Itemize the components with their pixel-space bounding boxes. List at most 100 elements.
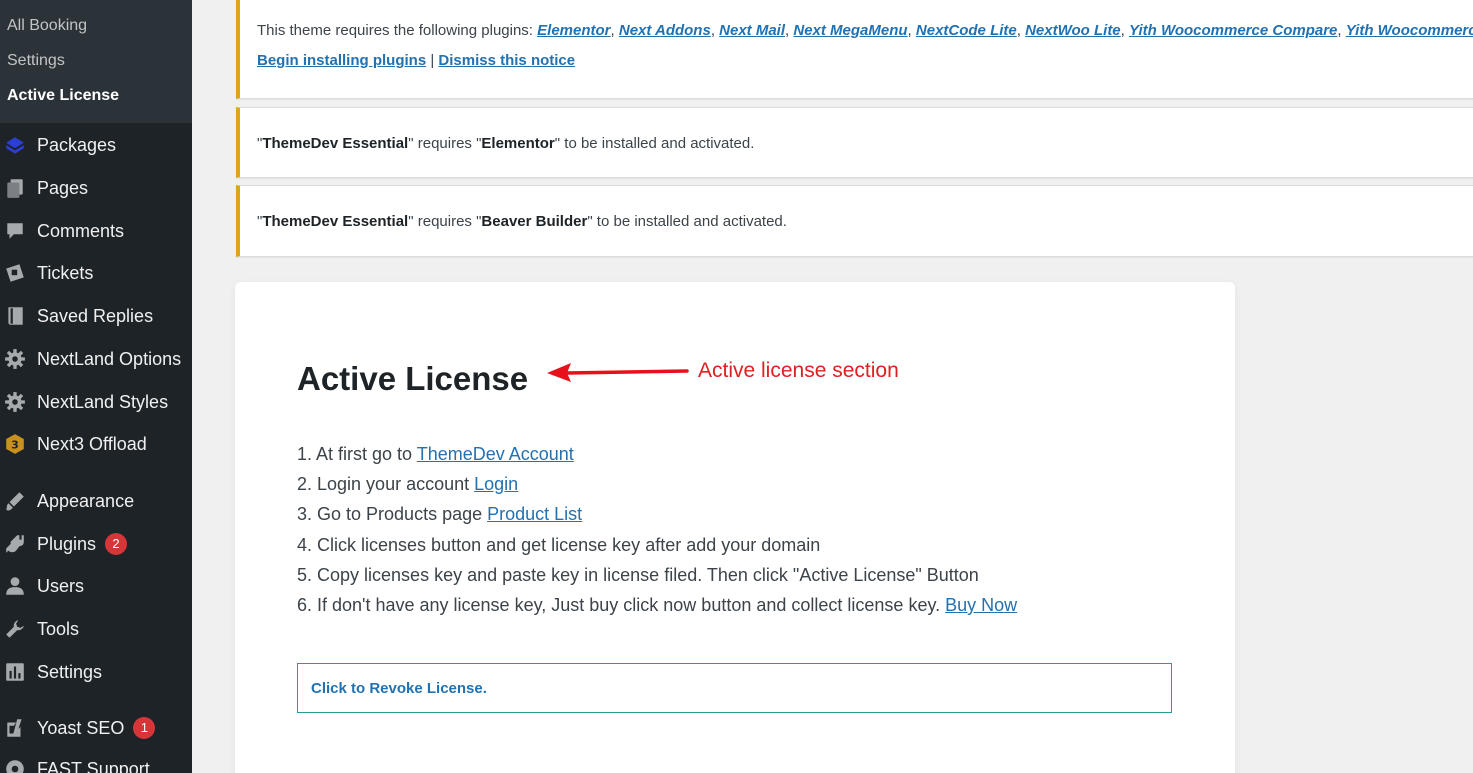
plugin-link-nextwoo-lite[interactable]: NextWoo Lite	[1025, 22, 1121, 39]
sidebar-item-nextland-styles[interactable]: NextLand Styles	[0, 381, 192, 423]
plugin-link-elementor[interactable]: Elementor	[537, 22, 610, 39]
next3-icon: 3	[2, 433, 28, 455]
sidebar-item-label: Comments	[37, 220, 125, 241]
required-plugins-prefix: This theme requires the following plugin…	[257, 22, 538, 39]
packages-icon	[2, 134, 28, 156]
active-license-card: Active License 1. At first go to ThemeDe…	[235, 282, 1235, 773]
svg-text:3: 3	[11, 438, 19, 451]
tickets-icon	[2, 262, 28, 284]
support-icon	[2, 758, 28, 773]
sidebar-item-fast-support[interactable]: FAST Support	[0, 748, 192, 773]
sidebar-item-saved-replies[interactable]: Saved Replies	[0, 295, 192, 337]
sidebar-item-yoast-seo[interactable]: Yoast SEO 1	[0, 707, 192, 749]
submenu-settings[interactable]: Settings	[0, 43, 192, 78]
brush-icon	[2, 490, 28, 512]
wrench-icon	[2, 618, 28, 640]
step-text: 4. Click licenses button and get license…	[297, 534, 821, 555]
list-item: 3. Go to Products page Product List	[297, 499, 1017, 529]
step-text: 2. Login your account	[297, 474, 475, 495]
sidebar-item-label: Pages	[37, 177, 89, 198]
sidebar-item-next3-offload[interactable]: 3 Next3 Offload	[0, 423, 192, 465]
list-item: 5. Copy licenses key and paste key in li…	[297, 560, 1017, 590]
plugin-link-next-addons[interactable]: Next Addons	[619, 22, 711, 39]
plugin-link-next-mail[interactable]: Next Mail	[719, 22, 785, 39]
list-item: 6. If don't have any license key, Just b…	[297, 590, 1017, 620]
sidebar-submenu: All Booking Settings Active License	[0, 0, 192, 123]
sidebar-item-label: Next3 Offload	[37, 433, 147, 454]
elementor-required-notice: "ThemeDev Essential" requires "Elementor…	[236, 107, 1473, 178]
sidebar-item-plugins[interactable]: Plugins 2	[0, 523, 192, 565]
sidebar-item-packages[interactable]: Packages	[0, 124, 192, 166]
plugin-link-yith-wishlist[interactable]: Yith Woocommerce Wishlist	[1346, 22, 1473, 39]
sidebar-item-label: Appearance	[37, 490, 135, 511]
notice-separator: |	[426, 52, 439, 69]
required-plugins-notice: This theme requires the following plugin…	[236, 0, 1473, 99]
notice-actions: Begin installing plugins | Dismiss this …	[257, 52, 1473, 69]
sidebar-item-tickets[interactable]: Tickets	[0, 252, 192, 294]
annotation-arrow-icon	[547, 363, 689, 382]
themedev-account-link[interactable]: ThemeDev Account	[417, 444, 574, 464]
user-icon	[2, 575, 28, 597]
list-item: 2. Login your account Login	[297, 469, 1017, 499]
plugin-link-nextcode-lite[interactable]: NextCode Lite	[916, 22, 1017, 39]
gear-icon	[2, 391, 28, 413]
sidebar-item-label: Yoast SEO	[37, 717, 125, 738]
required-plugins-line: This theme requires the following plugin…	[257, 22, 1473, 39]
sidebar-item-appearance[interactable]: Appearance	[0, 480, 192, 522]
sidebar-item-nextland-options[interactable]: NextLand Options	[0, 338, 192, 380]
step-text: 5. Copy licenses key and paste key in li…	[297, 564, 979, 585]
required-plugin-name: Elementor	[481, 135, 555, 152]
sidebar-item-label: NextLand Styles	[37, 391, 169, 412]
product-list-link[interactable]: Product List	[487, 504, 582, 524]
yoast-icon	[2, 717, 28, 739]
submenu-all-booking[interactable]: All Booking	[0, 8, 192, 43]
list-item: 1. At first go to ThemeDev Account	[297, 439, 1017, 469]
sidebar-item-label: Plugins	[37, 533, 97, 554]
gear-icon	[2, 348, 28, 370]
revoke-license-button[interactable]: Click to Revoke License.	[311, 664, 487, 714]
required-plugin-name: Beaver Builder	[481, 213, 588, 230]
dismiss-notice-link[interactable]: Dismiss this notice	[438, 52, 575, 69]
sidebar-item-comments[interactable]: Comments	[0, 210, 192, 252]
book-icon	[2, 305, 28, 327]
revoke-license-box: Click to Revoke License.	[297, 663, 1172, 713]
page-title: Active License	[297, 360, 529, 397]
plugins-update-badge: 2	[105, 533, 128, 555]
notice-text: " to be installed and activated.	[587, 213, 787, 230]
admin-sidebar: All Booking Settings Active License Pack…	[0, 0, 192, 773]
list-item: 4. Click licenses button and get license…	[297, 530, 1017, 560]
sidebar-item-label: NextLand Options	[37, 348, 182, 369]
submenu-active-license[interactable]: Active License	[0, 78, 192, 113]
notice-text: " requires "	[408, 135, 482, 152]
step-text: 3. Go to Products page	[297, 504, 488, 525]
plugin-name: ThemeDev Essential	[262, 213, 409, 230]
login-link[interactable]: Login	[474, 474, 518, 494]
license-steps-list: 1. At first go to ThemeDev Account 2. Lo…	[297, 439, 1017, 620]
annotation-label: Active license section	[698, 359, 899, 382]
plugin-link-yith-compare[interactable]: Yith Woocommerce Compare	[1129, 22, 1337, 39]
sidebar-item-label: FAST Support	[37, 758, 150, 773]
plugin-icon	[2, 533, 28, 555]
sidebar-item-tools[interactable]: Tools	[0, 608, 192, 650]
plugin-name: ThemeDev Essential	[262, 135, 409, 152]
notice-text: " requires "	[408, 213, 482, 230]
sidebar-item-label: Settings	[37, 661, 103, 682]
step-text: 6. If don't have any license key, Just b…	[297, 594, 946, 615]
settings-icon	[2, 661, 28, 683]
sidebar-item-label: Tickets	[37, 262, 94, 283]
sidebar-item-settings[interactable]: Settings	[0, 651, 192, 693]
sidebar-item-pages[interactable]: Pages	[0, 167, 192, 209]
pages-icon	[2, 177, 28, 199]
sidebar-item-label: Tools	[37, 618, 80, 639]
sidebar-item-label: Users	[37, 575, 85, 596]
plugin-link-next-megamenu[interactable]: Next MegaMenu	[793, 22, 907, 39]
notice-text: " to be installed and activated.	[554, 135, 755, 152]
step-text: 1. At first go to	[297, 444, 417, 464]
comments-icon	[2, 220, 28, 242]
sidebar-item-users[interactable]: Users	[0, 565, 192, 607]
yoast-notification-badge: 1	[133, 717, 156, 739]
buy-now-link[interactable]: Buy Now	[945, 595, 1017, 615]
beaver-builder-required-notice: "ThemeDev Essential" requires "Beaver Bu…	[236, 185, 1473, 257]
begin-installing-plugins-link[interactable]: Begin installing plugins	[257, 52, 426, 69]
sidebar-item-label: Saved Replies	[37, 305, 154, 326]
